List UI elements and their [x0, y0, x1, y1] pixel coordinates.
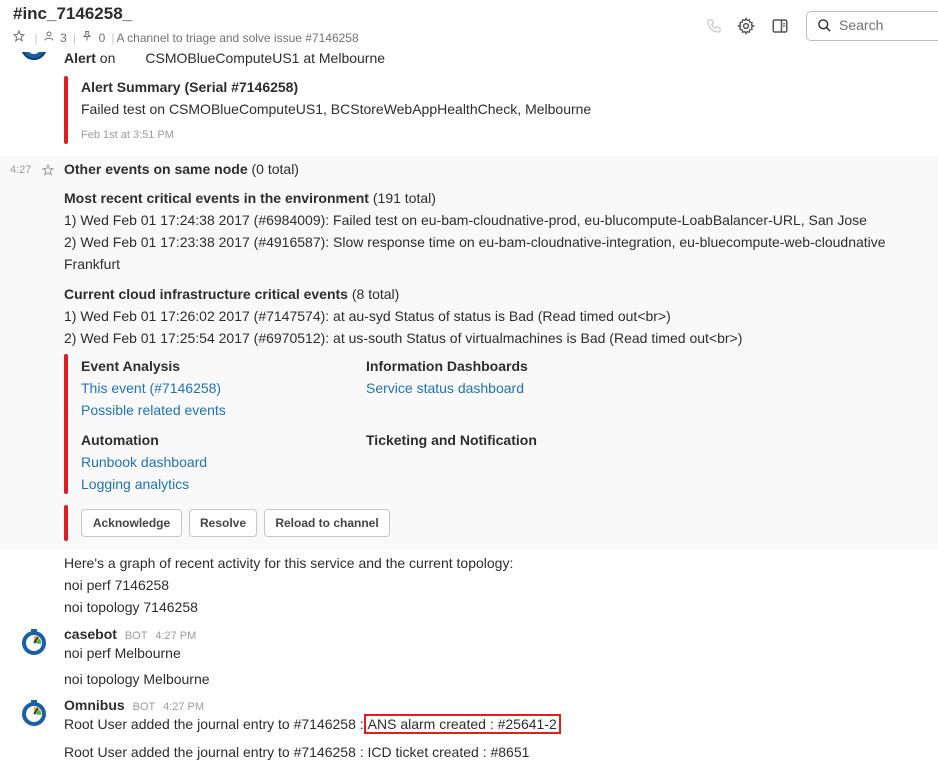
message-time[interactable]: 4:27: [10, 164, 31, 176]
omnibus-avatar[interactable]: [20, 699, 48, 727]
channel-header: #inc_7146258_ | 3 | 0 | A channel to triage…: [0, 0, 938, 52]
cloud-event-2: 2) Wed Feb 01 17:25:54 2017 (#6970512): …: [64, 330, 743, 346]
acknowledge-button[interactable]: Acknowledge: [81, 509, 182, 537]
automation-heading: Automation: [81, 432, 159, 448]
actions-bar: [64, 505, 68, 541]
ans-alarm-highlight: ANS alarm created : #25641-2: [363, 714, 561, 734]
members-icon[interactable]: [39, 31, 58, 45]
casebot-line-1: noi perf Melbourne: [64, 645, 181, 661]
graph-intro: Here's a graph of recent activity for th…: [64, 555, 514, 571]
channel-purpose: A channel to triage and solve issue #714…: [116, 31, 359, 45]
omnibus-line-1: Root User added the journal entry to #71…: [64, 714, 561, 734]
call-icon[interactable]: [704, 16, 724, 36]
perf-command: noi perf 7146258: [64, 577, 170, 593]
casebot-line-2: noi topology Melbourne: [64, 671, 210, 687]
channel-meta: | 3 | 0 | A channel to triage and solve iss…: [12, 29, 361, 45]
related-events-link[interactable]: Possible related events: [81, 402, 226, 418]
omnibus-time[interactable]: 4:27 PM: [163, 701, 204, 713]
recent-event-1: 1) Wed Feb 01 17:24:38 2017 (#6984009): …: [64, 212, 867, 228]
alert-summary-time: Feb 1st at 3:51 PM: [81, 129, 174, 141]
logging-link[interactable]: Logging analytics: [81, 476, 189, 492]
member-count[interactable]: 3: [60, 31, 67, 45]
other-events-line: Other events on same node (0 total): [64, 161, 299, 177]
topology-command: noi topology 7146258: [64, 599, 198, 615]
bot-badge: BOT: [132, 701, 156, 713]
star-icon[interactable]: [12, 29, 28, 45]
alert-summary-text: Failed test on CSMOBlueComputeUS1, BCSto…: [81, 101, 592, 117]
cloud-events-heading: Current cloud infrastructure critical ev…: [64, 286, 400, 302]
casebot-time[interactable]: 4:27 PM: [155, 630, 196, 642]
recent-event-2: 2) Wed Feb 01 17:23:38 2017 (#4916587): …: [64, 234, 886, 250]
recent-event-2-cont: Frankfurt: [64, 256, 121, 272]
bot-badge: BOT: [124, 630, 148, 642]
search-box[interactable]: [806, 11, 938, 41]
settings-gear-icon[interactable]: [736, 16, 756, 36]
pin-count[interactable]: 0: [99, 31, 106, 45]
search-input[interactable]: [837, 16, 938, 34]
runbook-link[interactable]: Runbook dashboard: [81, 454, 207, 470]
cloud-event-1: 1) Wed Feb 01 17:26:02 2017 (#7147574): …: [64, 308, 671, 324]
casebot-name[interactable]: casebot: [64, 626, 117, 642]
omnibus-name[interactable]: Omnibus: [64, 697, 125, 713]
recent-events-heading: Most recent critical events in the envir…: [64, 190, 436, 206]
details-pane-icon[interactable]: [770, 16, 790, 36]
this-event-link[interactable]: This event (#7146258): [81, 380, 221, 396]
resolve-button[interactable]: Resolve: [189, 509, 257, 537]
info-dashboards-heading: Information Dashboards: [366, 358, 528, 374]
omnibus-header: Omnibus BOT 4:27 PM: [64, 697, 204, 713]
event-analysis-heading: Event Analysis: [81, 358, 181, 374]
ticketing-heading: Ticketing and Notification: [366, 432, 537, 448]
reload-to-channel-button[interactable]: Reload to channel: [264, 509, 390, 537]
alert-summary-title: Alert Summary (Serial #7146258): [81, 79, 299, 95]
pin-icon[interactable]: [78, 31, 97, 45]
service-status-link[interactable]: Service status dashboard: [366, 380, 524, 396]
casebot-header: casebot BOT 4:27 PM: [64, 626, 196, 642]
alert-top-line: Alert on CSMOBlueComputeUS1 at Melbourne: [64, 50, 386, 66]
omnibus-line-2: Root User added the journal entry to #71…: [64, 744, 530, 760]
analysis-bar: [64, 354, 68, 494]
casebot-avatar[interactable]: [20, 628, 48, 656]
channel-title[interactable]: #inc_7146258_: [13, 4, 132, 24]
star-message-icon[interactable]: [41, 163, 55, 179]
alert-summary-bar: [64, 76, 68, 144]
search-icon: [817, 18, 832, 36]
